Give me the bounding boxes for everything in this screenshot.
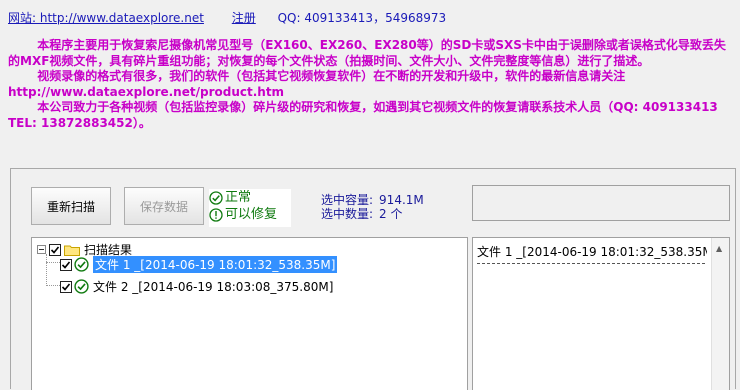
- checkmark-icon: [61, 282, 71, 291]
- save-data-button[interactable]: 保存数据: [124, 187, 204, 225]
- description-paragraph-2: 视频录像的格式有很多，我们的软件（包括其它视频恢复软件）在不断的开发和升级中，软…: [8, 69, 630, 99]
- file-detail-text: 文件 1 _[2014-06-19 18:01:32_538.35M]: [477, 245, 707, 259]
- root-checkbox[interactable]: [49, 243, 61, 256]
- description-paragraph-1: 本程序主要用于恢复索尼摄像机常见型号（EX160、EX260、EX280等）的S…: [8, 38, 726, 68]
- selection-stats: 选中容量: 914.1M 选中数量: 2 个: [321, 193, 424, 221]
- file-detail-panel: 文件 1 _[2014-06-19 18:01:32_538.35M] ▲: [472, 237, 730, 390]
- selected-count-label: 选中数量:: [321, 207, 374, 221]
- check-circle-icon: [74, 257, 89, 272]
- vertical-scrollbar[interactable]: ▲: [711, 238, 729, 390]
- detail-divider: [477, 263, 705, 264]
- file-2-checkbox[interactable]: [60, 280, 72, 293]
- scan-result-tree[interactable]: 扫描结果 文件 1 _[2014-06-19 18:01:32_538.35M]…: [31, 237, 468, 390]
- scroll-up-arrow-icon[interactable]: ▲: [716, 244, 722, 253]
- selected-size-value: 914.1M: [379, 193, 424, 207]
- file-1-label[interactable]: 文件 1 _[2014-06-19 18:01:32_538.35M]: [93, 256, 338, 273]
- checkmark-icon: [50, 245, 60, 254]
- legend-repairable: 可以修复: [209, 206, 291, 223]
- legend-repairable-label: 可以修复: [225, 207, 278, 222]
- checkmark-icon: [61, 260, 71, 269]
- legend-normal: 正常: [209, 189, 291, 206]
- file-2-label[interactable]: 文件 2 _[2014-06-19 18:03:08_375.80M]: [93, 278, 333, 295]
- info-box: [472, 185, 730, 221]
- tree-item-file-2[interactable]: 文件 2 _[2014-06-19 18:03:08_375.80M]: [60, 278, 333, 295]
- description-paragraph-3: 本公司致力于各种视频（包括监控录像）碎片级的研究和恢复，如遇到其它视频文件的恢复…: [8, 100, 727, 130]
- legend-normal-label: 正常: [225, 190, 252, 205]
- folder-icon: [64, 245, 80, 256]
- rescan-button[interactable]: 重新扫描: [31, 187, 111, 225]
- header-bar: 网站: http://www.dataexplore.net 注册 QQ: 40…: [8, 9, 446, 26]
- selected-count-value: 2 个: [379, 207, 403, 221]
- description-text: 本程序主要用于恢复索尼摄像机常见型号（EX160、EX260、EX280等）的S…: [8, 38, 730, 132]
- check-circle-icon: [209, 190, 223, 205]
- tree-connector: [46, 262, 60, 263]
- main-panel: 重新扫描 保存数据 正常 可以修复 选中容量: 914.1M 选中数量: 2 个 扫…: [10, 168, 736, 390]
- status-legend: 正常 可以修复: [209, 189, 291, 227]
- collapse-icon[interactable]: [37, 245, 46, 254]
- qq-contact: QQ: 409133413，54968973: [277, 11, 447, 25]
- register-link[interactable]: 注册: [232, 11, 256, 25]
- check-circle-icon: [74, 279, 89, 294]
- tree-item-file-1[interactable]: 文件 1 _[2014-06-19 18:01:32_538.35M]: [60, 256, 338, 273]
- tree-connector: [46, 254, 47, 286]
- website-link[interactable]: 网站: http://www.dataexplore.net: [8, 11, 204, 25]
- exclamation-circle-icon: [209, 207, 223, 222]
- file-1-checkbox[interactable]: [60, 258, 72, 271]
- selected-size-label: 选中容量:: [321, 193, 374, 207]
- tree-connector: [46, 285, 60, 286]
